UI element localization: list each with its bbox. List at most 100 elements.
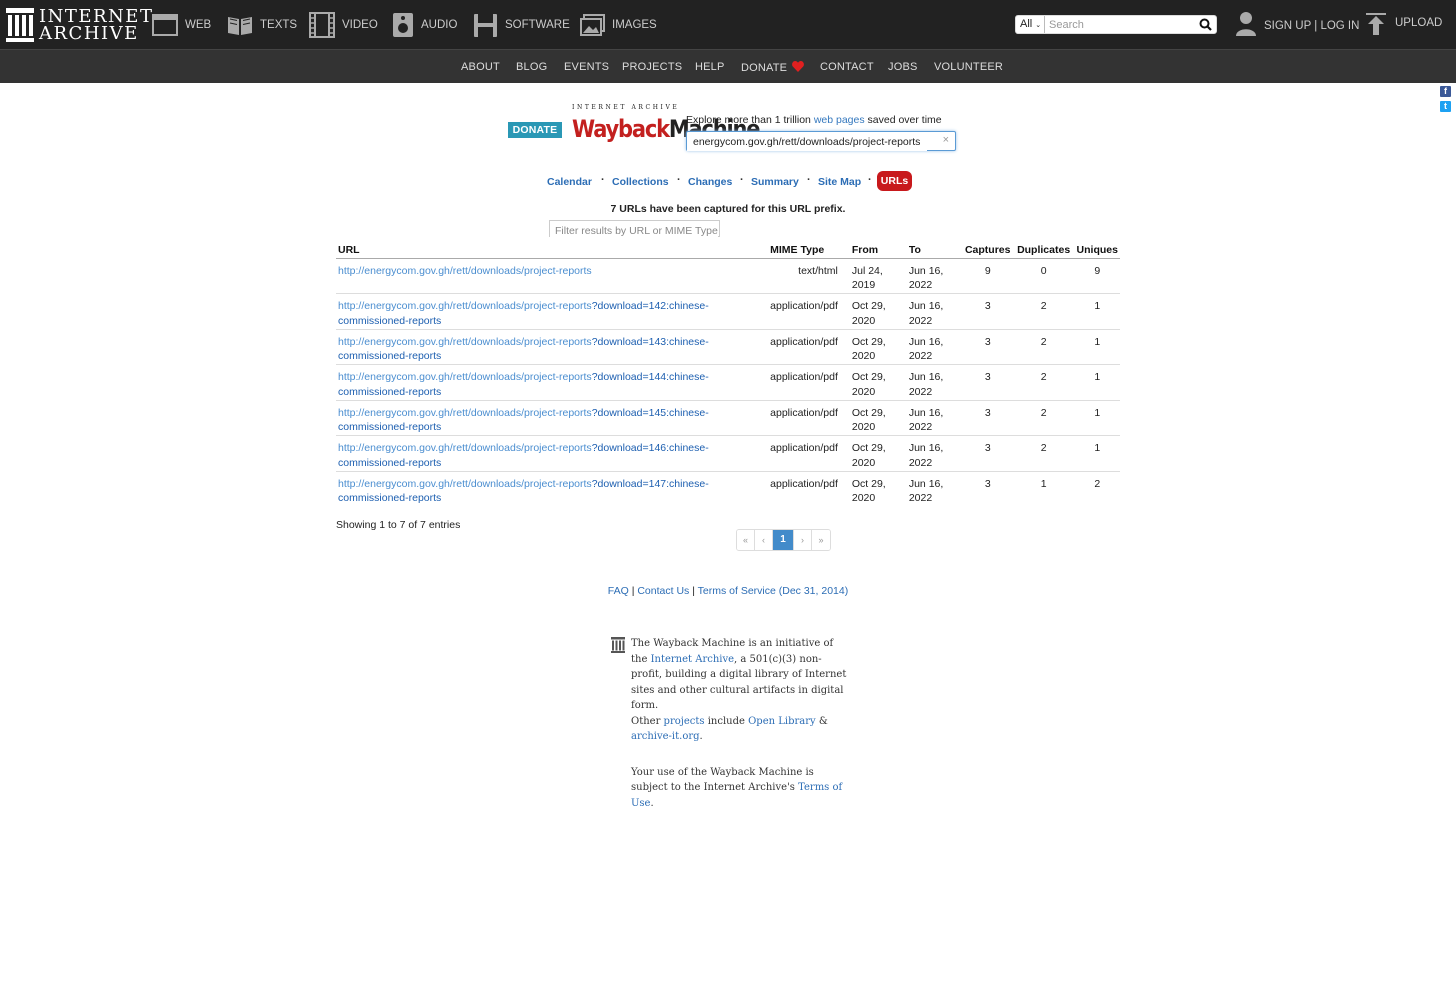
terms-of-service-link[interactable]: Terms of Service (Dec 31, 2014) xyxy=(698,585,849,597)
about-text: Your use of the Wayback Machine is subje… xyxy=(631,766,814,794)
page-prev-button[interactable]: ‹ xyxy=(755,530,773,550)
url-base: http://energycom.gov.gh/rett/downloads/p… xyxy=(338,371,592,383)
url-base: http://energycom.gov.gh/rett/downloads/p… xyxy=(338,300,592,312)
duplicates-cell: 2 xyxy=(1012,364,1075,401)
nav-jobs[interactable]: JOBS xyxy=(888,61,918,73)
clear-icon[interactable]: × xyxy=(943,134,949,146)
internet-archive-link[interactable]: Internet Archive xyxy=(651,654,734,665)
to-cell: Jun 16, 2022 xyxy=(906,258,963,294)
page-first-button[interactable]: « xyxy=(737,530,755,550)
projects-link[interactable]: projects xyxy=(664,716,705,727)
upload-button[interactable]: UPLOAD xyxy=(1366,13,1442,35)
web-pages-link[interactable]: web pages xyxy=(814,114,865,126)
about-text: include xyxy=(704,715,749,727)
contact-us-link[interactable]: Contact Us xyxy=(637,585,689,597)
captures-cell: 3 xyxy=(962,400,1013,436)
film-icon xyxy=(309,12,335,38)
user-icon xyxy=(1236,12,1256,36)
page-last-button[interactable]: » xyxy=(812,530,830,550)
from-year: 2019 xyxy=(851,279,876,291)
tab-summary[interactable]: Summary xyxy=(751,176,799,188)
header-from[interactable]: From xyxy=(849,240,907,259)
capture-url-link[interactable]: http://energycom.gov.gh/rett/downloads/p… xyxy=(338,336,709,363)
table-row: http://energycom.gov.gh/rett/downloads/p… xyxy=(336,258,1120,294)
wayback-url-input[interactable] xyxy=(687,133,927,151)
tab-changes[interactable]: Changes xyxy=(688,176,732,188)
about-text: & xyxy=(815,715,828,727)
media-video[interactable]: VIDEO xyxy=(309,12,378,38)
floppy-icon xyxy=(474,13,497,37)
nav-blog[interactable]: BLOG xyxy=(516,61,547,73)
nav-donate[interactable]: DONATE xyxy=(741,61,805,74)
capture-url-link[interactable]: http://energycom.gov.gh/rett/downloads/p… xyxy=(338,371,709,398)
media-images[interactable]: IMAGES xyxy=(580,12,657,38)
wayback-logo-ia-text: INTERNET ARCHIVE xyxy=(572,104,680,111)
url-base: http://energycom.gov.gh/rett/downloads/p… xyxy=(338,477,592,490)
url-query-cont: commissioned-reports xyxy=(338,314,442,327)
header-captures[interactable]: Captures xyxy=(962,240,1013,259)
capture-url-link[interactable]: http://energycom.gov.gh/rett/downloads/p… xyxy=(338,300,709,327)
url-cell: http://energycom.gov.gh/rett/downloads/p… xyxy=(336,258,769,294)
uniques-cell: 1 xyxy=(1074,293,1120,330)
capture-url-link[interactable]: http://energycom.gov.gh/rett/downloads/p… xyxy=(338,442,709,469)
header-to[interactable]: To xyxy=(906,240,963,259)
to-year: 2022 xyxy=(908,421,933,433)
tab-urls[interactable]: URLs xyxy=(877,171,912,191)
user-area[interactable]: SIGN UP | LOG IN xyxy=(1236,12,1359,36)
media-software[interactable]: SOFTWARE xyxy=(473,12,570,38)
page-current-button[interactable]: 1 xyxy=(773,530,794,550)
nav-events[interactable]: EVENTS xyxy=(564,61,609,73)
filter-input[interactable] xyxy=(550,223,718,239)
from-year: 2020 xyxy=(851,456,876,469)
internet-archive-logo[interactable]: INTERNET ARCHIVE xyxy=(6,7,153,43)
to-year: 2022 xyxy=(908,350,933,362)
from-cell: Oct 29, 2020 xyxy=(849,293,907,330)
url-cell: http://energycom.gov.gh/rett/downloads/p… xyxy=(336,471,768,507)
nav-volunteer[interactable]: VOLUNTEER xyxy=(934,61,1003,73)
from-cell: Oct 29, 2020 xyxy=(849,435,907,472)
header-duplicates[interactable]: Duplicates xyxy=(1012,240,1075,259)
from-date: Jul 24, xyxy=(851,264,883,277)
header-url[interactable]: URL xyxy=(336,240,769,259)
url-table-body: http://energycom.gov.gh/rett/downloads/p… xyxy=(336,258,1120,507)
from-date: Oct 29, xyxy=(851,371,886,383)
from-date: Oct 29, xyxy=(851,406,886,419)
archive-it-link[interactable]: archive-it.org xyxy=(631,731,700,742)
to-cell: Jun 16, 2022 xyxy=(906,293,963,330)
nav-projects[interactable]: PROJECTS xyxy=(622,61,682,73)
tab-collections[interactable]: Collections xyxy=(612,176,669,188)
wayback-machine-logo[interactable]: INTERNET ARCHIVE Wayback Machine xyxy=(572,104,761,144)
tab-calendar[interactable]: Calendar xyxy=(547,176,592,188)
donate-button[interactable]: DONATE xyxy=(508,122,562,138)
duplicates-cell: 2 xyxy=(1012,400,1075,436)
media-web[interactable]: WEB xyxy=(152,12,211,38)
nav-help[interactable]: HELP xyxy=(695,61,725,73)
from-date: Oct 29, xyxy=(851,335,886,348)
tab-site-map[interactable]: Site Map xyxy=(818,176,861,188)
page-next-button[interactable]: › xyxy=(794,530,812,550)
twitter-icon[interactable]: t xyxy=(1440,101,1451,112)
search-scope-select[interactable]: All ⌄ xyxy=(1016,16,1045,33)
search-icon[interactable] xyxy=(1199,18,1212,31)
signup-login-link[interactable]: SIGN UP | LOG IN xyxy=(1264,20,1359,32)
facebook-icon[interactable]: f xyxy=(1440,86,1451,97)
header-mime-type[interactable]: MIME Type xyxy=(768,240,850,259)
faq-link[interactable]: FAQ xyxy=(608,585,629,597)
from-cell: Oct 29, 2020 xyxy=(849,400,907,436)
media-audio[interactable]: AUDIO xyxy=(392,12,457,38)
archive-temple-icon xyxy=(6,8,34,42)
capture-url-link[interactable]: http://energycom.gov.gh/rett/downloads/p… xyxy=(338,265,592,277)
web-icon xyxy=(152,14,178,36)
capture-url-link[interactable]: http://energycom.gov.gh/rett/downloads/p… xyxy=(338,407,709,434)
to-cell: Jun 16, 2022 xyxy=(907,471,963,507)
search-input[interactable] xyxy=(1045,16,1195,33)
nav-contact[interactable]: CONTACT xyxy=(820,61,874,73)
open-library-link[interactable]: Open Library xyxy=(748,716,816,727)
header-uniques[interactable]: Uniques xyxy=(1074,240,1120,259)
media-texts[interactable]: TEXTS xyxy=(227,12,297,38)
nav-about[interactable]: ABOUT xyxy=(461,61,500,73)
image-icon xyxy=(580,14,605,36)
capture-url-link[interactable]: http://energycom.gov.gh/rett/downloads/p… xyxy=(338,478,709,505)
table-row: http://energycom.gov.gh/rett/downloads/p… xyxy=(336,329,1120,365)
url-query: ?download=145:chinese- xyxy=(591,406,709,419)
